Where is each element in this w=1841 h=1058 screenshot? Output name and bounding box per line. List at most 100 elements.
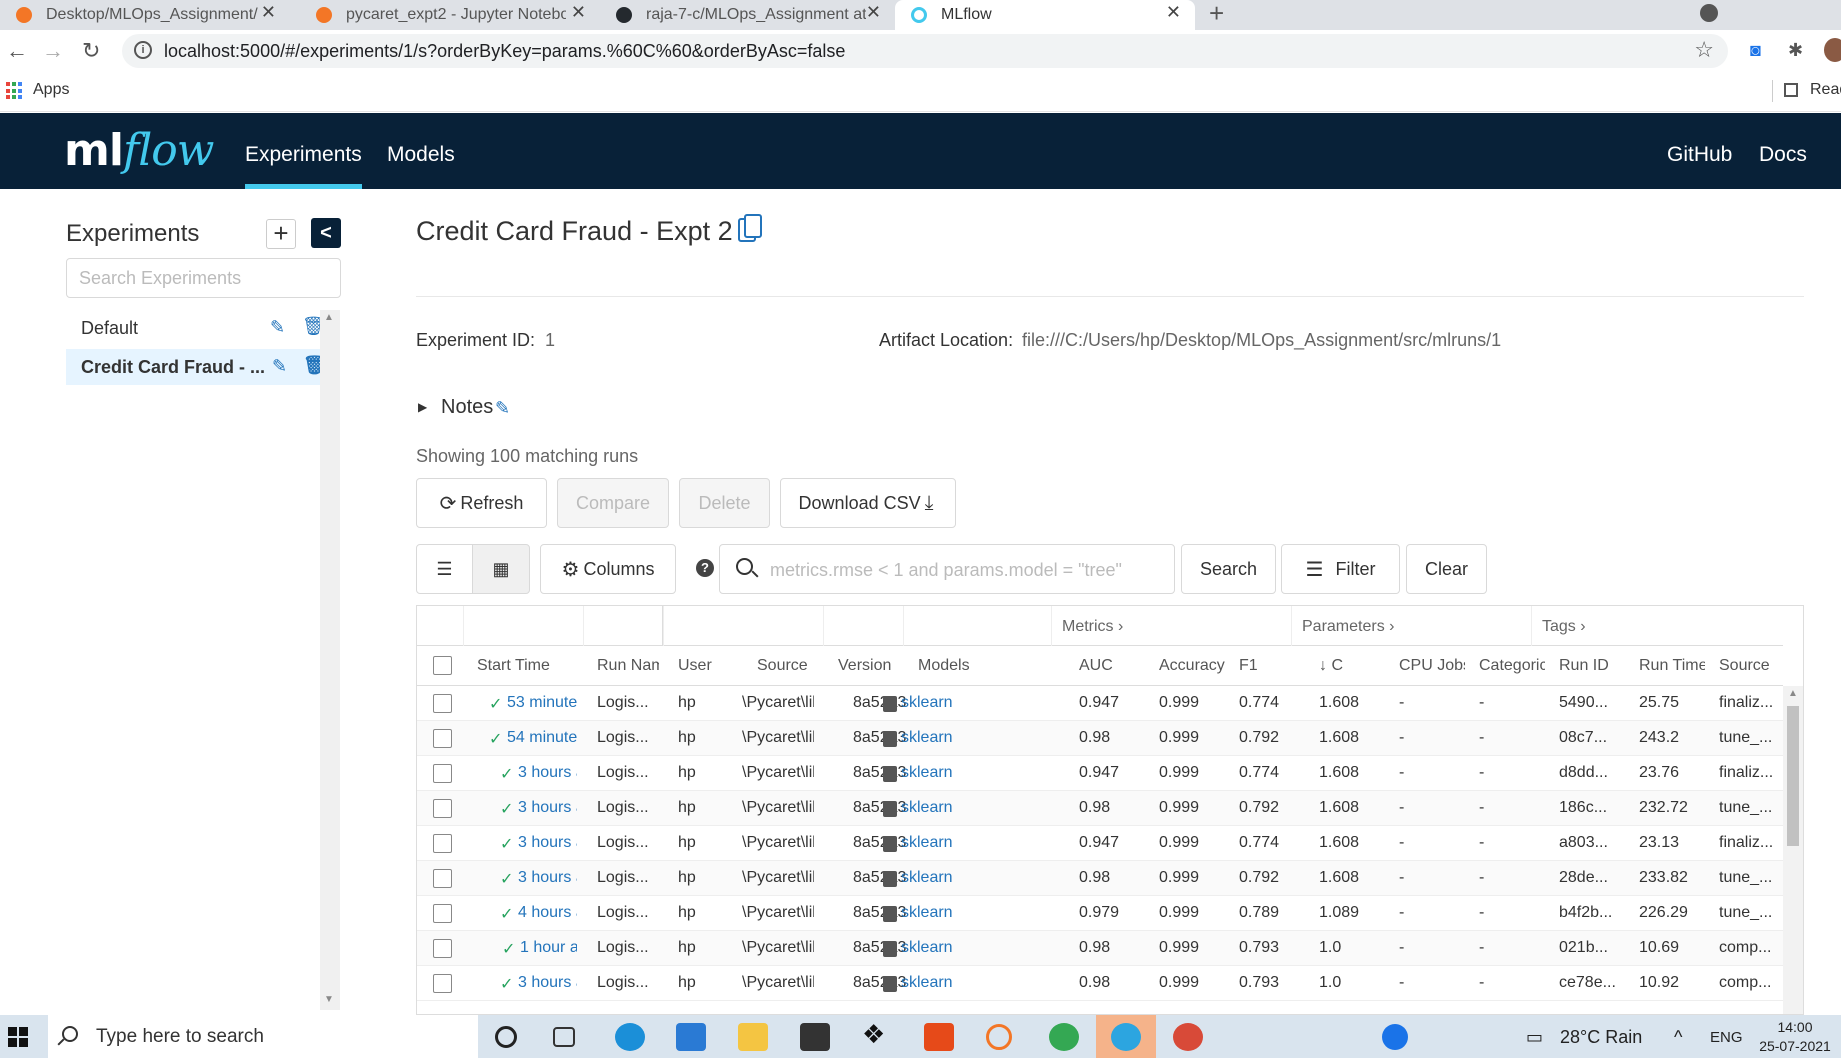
table-row[interactable]: ✓3 hours aLogis...hp\Pycaret\lib'8a52a30… <box>417 861 1783 896</box>
col-source[interactable]: Source <box>757 657 827 675</box>
scroll-up-icon[interactable]: ▲ <box>324 312 334 323</box>
collapse-sidebar-button[interactable]: < <box>311 218 341 248</box>
start-time-link[interactable]: 3 hours a <box>518 834 577 852</box>
cortana-icon[interactable] <box>495 1026 517 1048</box>
reading-list-icon[interactable] <box>1784 83 1798 97</box>
close-icon[interactable]: ✕ <box>1166 2 1181 23</box>
row-checkbox[interactable] <box>433 694 452 713</box>
forward-arrow-icon[interactable]: → <box>42 38 64 64</box>
clear-button[interactable]: Clear <box>1406 544 1487 594</box>
sidebar-scrollbar[interactable]: ▲ ▼ <box>320 310 340 1010</box>
row-checkbox[interactable] <box>433 834 452 853</box>
col-version[interactable]: Version <box>838 657 908 675</box>
table-scrollbar[interactable]: ▲ <box>1783 686 1803 1014</box>
help-icon[interactable]: ? <box>696 559 714 577</box>
model-link[interactable]: sklearn <box>901 799 953 817</box>
terminal-app-icon[interactable] <box>800 1023 830 1051</box>
profile-avatar[interactable] <box>1824 38 1841 62</box>
scroll-down-icon[interactable]: ▼ <box>324 994 334 1005</box>
close-icon[interactable]: ✕ <box>866 2 881 23</box>
start-time-link[interactable]: 53 minutes <box>507 694 577 712</box>
windows-start-icon[interactable] <box>8 1027 28 1047</box>
col-models[interactable]: Models <box>918 657 998 675</box>
scrollbar-thumb[interactable] <box>1787 706 1799 846</box>
reading-list-label[interactable]: Read <box>1810 81 1841 99</box>
close-icon[interactable]: ✕ <box>261 2 276 23</box>
browser-tab-jupyter-tree[interactable]: Desktop/MLOps_Assignment/ ✕ <box>0 0 290 30</box>
telegram-icon[interactable] <box>1111 1023 1141 1051</box>
table-row[interactable]: ✓3 hours aLogis...hp\Pycaret\lib'8a52a30… <box>417 791 1783 826</box>
list-view-button[interactable]: ☰ <box>416 544 473 594</box>
dropbox-icon[interactable]: ❖ <box>862 1019 892 1049</box>
col-run-name[interactable]: Run Nam <box>597 657 659 675</box>
screencast-extension-icon[interactable]: ◙ <box>1750 40 1761 61</box>
table-row[interactable]: ✓4 hours aLogis...hp\Pycaret\lib'8a52a30… <box>417 896 1783 931</box>
table-row[interactable]: ✓54 minutesLogis...hp\Pycaret\lib'8a52a3… <box>417 721 1783 756</box>
parameters-group-header[interactable]: Parameters › <box>1291 606 1531 646</box>
refresh-button[interactable]: ⟳ Refresh <box>416 478 547 528</box>
info-icon[interactable]: i <box>134 41 152 59</box>
language-indicator[interactable]: ENG <box>1710 1029 1743 1046</box>
row-checkbox[interactable] <box>433 904 452 923</box>
edit-notes-icon[interactable]: ✎ <box>495 398 510 419</box>
delete-button[interactable]: Delete <box>679 478 770 528</box>
table-row[interactable]: ✓1 hour agLogis...hp\Pycaret\lib'8a52a30… <box>417 931 1783 966</box>
row-checkbox[interactable] <box>433 764 452 783</box>
caret-right-icon[interactable]: ▶ <box>418 400 427 414</box>
filter-button[interactable]: ☰ Filter <box>1281 544 1400 594</box>
start-time-link[interactable]: 4 hours a <box>518 904 577 922</box>
nav-docs[interactable]: Docs <box>1759 143 1807 167</box>
file-explorer-icon[interactable] <box>738 1023 768 1051</box>
model-link[interactable]: sklearn <box>901 904 953 922</box>
nav-models[interactable]: Models <box>387 143 455 167</box>
model-link[interactable]: sklearn <box>901 869 953 887</box>
bookmark-star-icon[interactable]: ☆ <box>1694 37 1714 63</box>
copy-icon[interactable] <box>738 214 762 242</box>
reload-icon[interactable]: ↻ <box>82 38 100 64</box>
new-tab-plus-icon[interactable]: + <box>1209 0 1224 29</box>
model-link[interactable]: sklearn <box>901 834 953 852</box>
metrics-group-header[interactable]: Metrics › <box>1051 606 1291 646</box>
row-checkbox[interactable] <box>433 974 452 993</box>
mlflow-logo[interactable]: mlflow <box>64 125 214 176</box>
tags-group-header[interactable]: Tags › <box>1531 606 1783 646</box>
model-link[interactable]: sklearn <box>901 729 953 747</box>
table-row[interactable]: ✓53 minutesLogis...hp\Pycaret\lib'8a52a3… <box>417 686 1783 721</box>
close-icon[interactable]: ✕ <box>571 2 586 23</box>
search-runs-input[interactable]: metrics.rmse < 1 and params.model = "tre… <box>719 544 1175 594</box>
search-button[interactable]: Search <box>1181 544 1276 594</box>
weather-status[interactable]: 28°C Rain <box>1560 1027 1642 1048</box>
snipping-tool-icon[interactable] <box>1173 1023 1203 1051</box>
col-categorical[interactable]: Categoric <box>1479 657 1545 675</box>
add-experiment-button[interactable]: + <box>266 219 296 249</box>
table-row[interactable]: ✓3 hours aLogis...hp\Pycaret\lib'8a52a30… <box>417 966 1783 1001</box>
table-row[interactable]: ✓3 hours aLogis...hp\Pycaret\lib'8a52a30… <box>417 756 1783 791</box>
col-start-time[interactable]: Start Time <box>477 657 577 675</box>
office-icon[interactable] <box>924 1023 954 1051</box>
compare-button[interactable]: Compare <box>557 478 669 528</box>
taskbar-clock[interactable]: 14:00 25-07-2021 <box>1752 1018 1838 1056</box>
start-time-link[interactable]: 3 hours a <box>518 799 577 817</box>
battery-icon[interactable]: ▭ <box>1526 1027 1543 1048</box>
col-cpu-jobs[interactable]: CPU Jobs <box>1399 657 1465 675</box>
nav-github[interactable]: GitHub <box>1667 143 1732 167</box>
start-time-link[interactable]: 3 hours a <box>518 764 577 782</box>
tab-search-icon[interactable] <box>1700 4 1718 22</box>
apps-bookmark[interactable]: Apps <box>33 81 69 99</box>
task-view-icon[interactable] <box>553 1027 575 1047</box>
puzzle-extensions-icon[interactable]: ✱ <box>1788 40 1803 61</box>
sidebar-item-default[interactable]: Default ✎ 🗑 <box>66 310 325 346</box>
col-param-c[interactable]: ↓ C <box>1319 657 1379 675</box>
browser-tab-github[interactable]: raja-7-c/MLOps_Assignment at p ✕ <box>600 0 895 30</box>
model-link[interactable]: sklearn <box>901 939 953 957</box>
browser-tab-mlflow[interactable]: MLflow ✕ <box>895 0 1195 30</box>
start-time-link[interactable]: 54 minutes <box>507 729 577 747</box>
col-auc[interactable]: AUC <box>1079 657 1139 675</box>
download-csv-button[interactable]: Download CSV ⤓ <box>780 478 956 528</box>
col-run-time[interactable]: Run Time <box>1639 657 1705 675</box>
back-arrow-icon[interactable]: ← <box>6 38 28 64</box>
start-time-link[interactable]: 3 hours a <box>518 869 577 887</box>
search-experiments-input[interactable]: Search Experiments <box>66 258 341 298</box>
notes-toggle[interactable]: Notes <box>441 396 493 419</box>
jupyter-taskbar-icon[interactable] <box>986 1024 1012 1050</box>
